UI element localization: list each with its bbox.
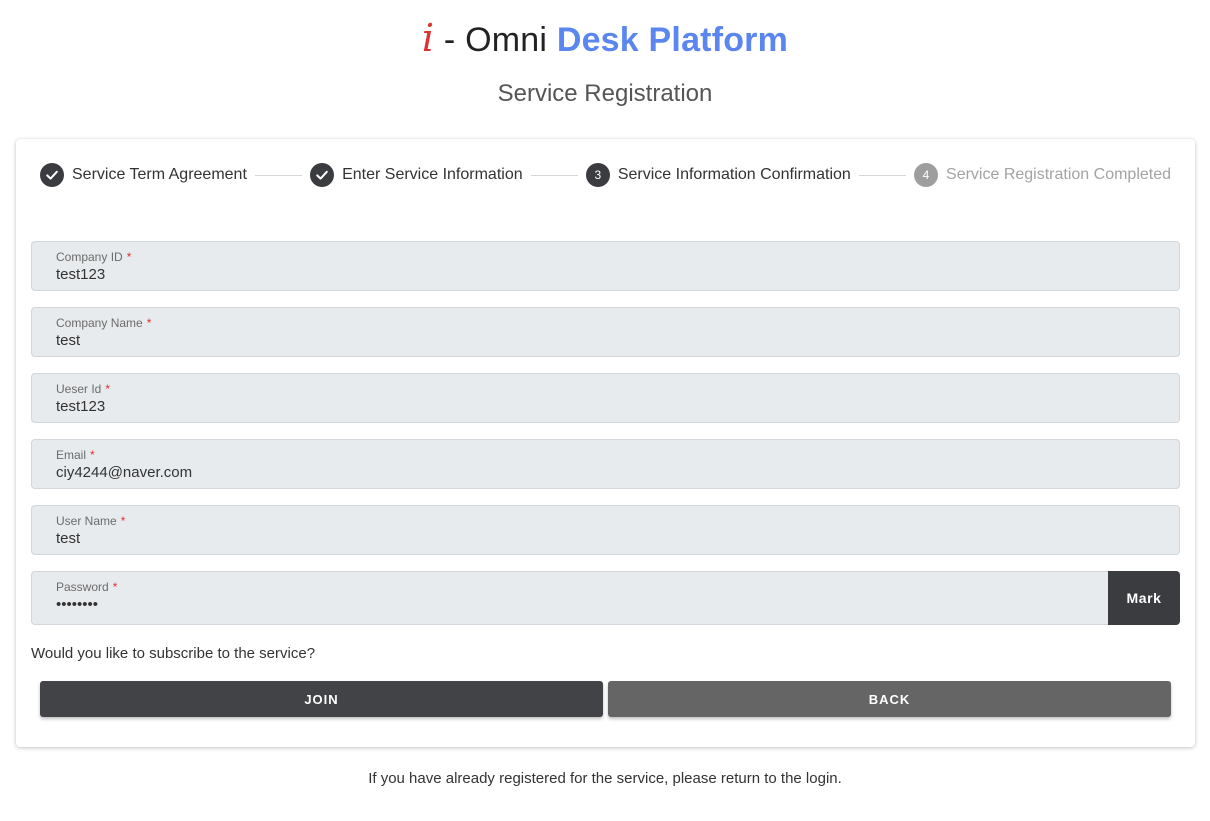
check-icon: [310, 163, 335, 187]
registration-card: Service Term Agreement Enter Service Inf…: [16, 139, 1195, 747]
step-service-term-agreement: Service Term Agreement: [40, 163, 247, 187]
join-button[interactable]: JOIN: [40, 681, 603, 717]
step-label: Enter Service Information: [342, 166, 523, 183]
company-name-value: test: [56, 332, 81, 349]
user-name-field[interactable]: User Name * test: [31, 505, 1180, 555]
password-field[interactable]: Password * •••••••• Mark: [31, 571, 1180, 625]
required-marker: *: [120, 514, 126, 528]
step-connector: [858, 174, 907, 176]
email-field[interactable]: Email * ciy4244@naver.com: [31, 439, 1180, 489]
required-marker: *: [112, 580, 118, 594]
step-number-badge: 4: [914, 163, 939, 187]
step-connector: [530, 174, 578, 176]
step-enter-service-information: Enter Service Information: [310, 163, 523, 187]
required-marker: *: [90, 448, 95, 462]
step-label: Service Term Agreement: [72, 166, 247, 183]
subscribe-question: Would you like to subscribe to the servi…: [31, 645, 316, 662]
required-marker: *: [105, 382, 111, 396]
company-name-field[interactable]: Company Name * test: [31, 307, 1180, 357]
brand-title: i - Omni Desk Platform: [0, 14, 1210, 64]
page-subtitle: Service Registration: [497, 80, 713, 107]
step-service-registration-completed: 4 Service Registration Completed: [914, 163, 1171, 187]
field-label: Ueser Id *: [56, 382, 111, 396]
field-label: Password *: [56, 580, 118, 594]
brand-logo-letter: i: [421, 16, 435, 60]
required-marker: *: [126, 250, 132, 264]
required-marker: *: [146, 316, 152, 330]
step-service-information-confirmation: 3 Service Information Confirmation: [585, 163, 851, 187]
company-id-value: test123: [56, 266, 106, 283]
field-label: Company Name *: [56, 316, 152, 330]
brand-name-part1: Omni: [465, 21, 548, 59]
email-value: ciy4244@naver.com: [56, 464, 193, 481]
login-return-note: If you have already registered for the s…: [368, 770, 842, 787]
field-label: User Name *: [56, 514, 126, 528]
company-id-field[interactable]: Company ID * test123: [31, 241, 1180, 291]
user-id-field[interactable]: Ueser Id * test123: [31, 373, 1180, 423]
stepper: Service Term Agreement Enter Service Inf…: [40, 163, 1171, 187]
password-value: ••••••••: [56, 596, 99, 613]
back-button[interactable]: BACK: [608, 681, 1171, 717]
field-label: Email *: [56, 448, 95, 462]
step-number-badge: 3: [585, 163, 610, 187]
step-label: Service Registration Completed: [946, 166, 1172, 183]
user-id-value: test123: [56, 398, 106, 415]
check-icon: [40, 163, 64, 187]
step-connector: [254, 174, 303, 176]
field-label: Company ID *: [56, 250, 132, 264]
brand-name-part2: Desk Platform: [556, 21, 789, 59]
mark-password-button[interactable]: Mark: [1108, 571, 1180, 625]
user-name-value: test: [56, 530, 81, 547]
step-label: Service Information Confirmation: [617, 166, 851, 183]
brand-separator: -: [434, 21, 466, 59]
